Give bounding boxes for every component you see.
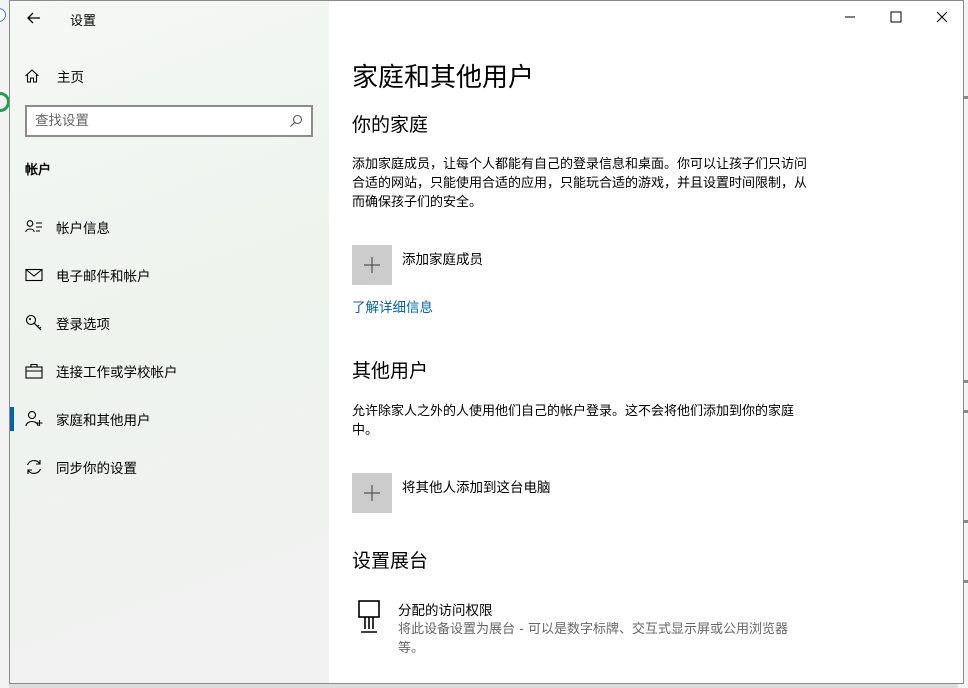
section-label: 帐户 xyxy=(25,163,52,178)
briefcase-icon xyxy=(24,361,44,381)
search-icon[interactable] xyxy=(289,114,303,128)
search-box[interactable] xyxy=(25,105,313,137)
plus-icon xyxy=(364,257,380,273)
home-icon xyxy=(25,69,39,83)
sidebar-item-email[interactable]: 电子邮件和帐户 xyxy=(10,253,329,297)
sidebar-item-sign-in-options[interactable]: 登录选项 xyxy=(10,301,329,345)
minimize-icon xyxy=(845,16,855,18)
plus-icon xyxy=(364,485,380,501)
add-other-user-label: 将其他人添加到这台电脑 xyxy=(402,480,551,496)
page-title: 家庭和其他用户 xyxy=(352,63,535,93)
other-users-heading: 其他用户 xyxy=(352,360,429,382)
search-input[interactable] xyxy=(35,113,289,129)
sync-icon xyxy=(24,457,44,477)
active-indicator xyxy=(10,407,14,431)
close-icon xyxy=(936,11,948,23)
mail-icon xyxy=(24,265,44,285)
sidebar-item-family-other-users[interactable]: 家庭和其他用户 xyxy=(10,397,329,441)
minimize-button[interactable] xyxy=(827,1,873,33)
plus-tile xyxy=(352,473,392,513)
sidebar-item-label: 连接工作或学校帐户 xyxy=(56,365,178,381)
home-nav-item[interactable]: 主页 xyxy=(24,65,84,87)
assigned-access-link[interactable]: 分配的访问权限 xyxy=(398,599,493,619)
kiosk-heading: 设置展台 xyxy=(352,550,429,572)
window-title: 设置 xyxy=(70,14,97,29)
learn-more-link[interactable]: 了解详细信息 xyxy=(352,296,433,316)
sidebar-item-label: 登录选项 xyxy=(56,317,110,333)
sidebar-item-label: 电子邮件和帐户 xyxy=(56,269,151,285)
close-button[interactable] xyxy=(919,1,963,33)
sidebar: 设置 主页 帐户 帐户信息 电子邮件和帐户 xyxy=(10,1,329,683)
person-add-icon xyxy=(24,409,44,429)
sidebar-item-account-info[interactable]: 帐户信息 xyxy=(10,205,329,249)
sidebar-item-label: 同步你的设置 xyxy=(56,461,137,477)
family-heading: 你的家庭 xyxy=(352,114,429,136)
settings-window: 设置 主页 帐户 帐户信息 电子邮件和帐户 xyxy=(9,0,964,684)
sidebar-item-sync[interactable]: 同步你的设置 xyxy=(10,445,329,489)
maximize-icon xyxy=(890,11,902,23)
add-family-member-button[interactable]: 添加家庭成员 xyxy=(352,245,483,285)
kiosk-icon[interactable] xyxy=(356,599,382,639)
add-other-user-button[interactable]: 将其他人添加到这台电脑 xyxy=(352,473,551,513)
sidebar-item-label: 帐户信息 xyxy=(56,221,110,237)
account-info-icon xyxy=(24,217,44,237)
key-icon xyxy=(24,313,44,333)
add-family-member-label: 添加家庭成员 xyxy=(402,252,483,268)
desktop-icon-fragment xyxy=(0,8,6,22)
plus-tile xyxy=(352,245,392,285)
desktop-left-edge xyxy=(0,0,10,688)
back-arrow-icon xyxy=(27,12,40,24)
other-users-description: 允许除家人之外的人使用他们自己的帐户登录。这不会将他们添加到你的家庭中。 xyxy=(352,404,795,438)
sidebar-item-work-school[interactable]: 连接工作或学校帐户 xyxy=(10,349,329,393)
sidebar-item-label: 家庭和其他用户 xyxy=(56,413,151,429)
family-description: 添加家庭成员，让每个人都能有自己的登录信息和桌面。你可以让孩子们只访问合适的网站… xyxy=(352,157,808,210)
assigned-access-description: 将此设备设置为展台 - 可以是数字标牌、交互式显示屏或公用浏览器等。 xyxy=(398,622,788,656)
main-content: 家庭和其他用户 你的家庭 添加家庭成员，让每个人都能有自己的登录信息和桌面。你可… xyxy=(329,1,963,683)
home-label: 主页 xyxy=(57,70,84,86)
maximize-button[interactable] xyxy=(873,1,919,33)
back-button[interactable] xyxy=(24,8,44,28)
